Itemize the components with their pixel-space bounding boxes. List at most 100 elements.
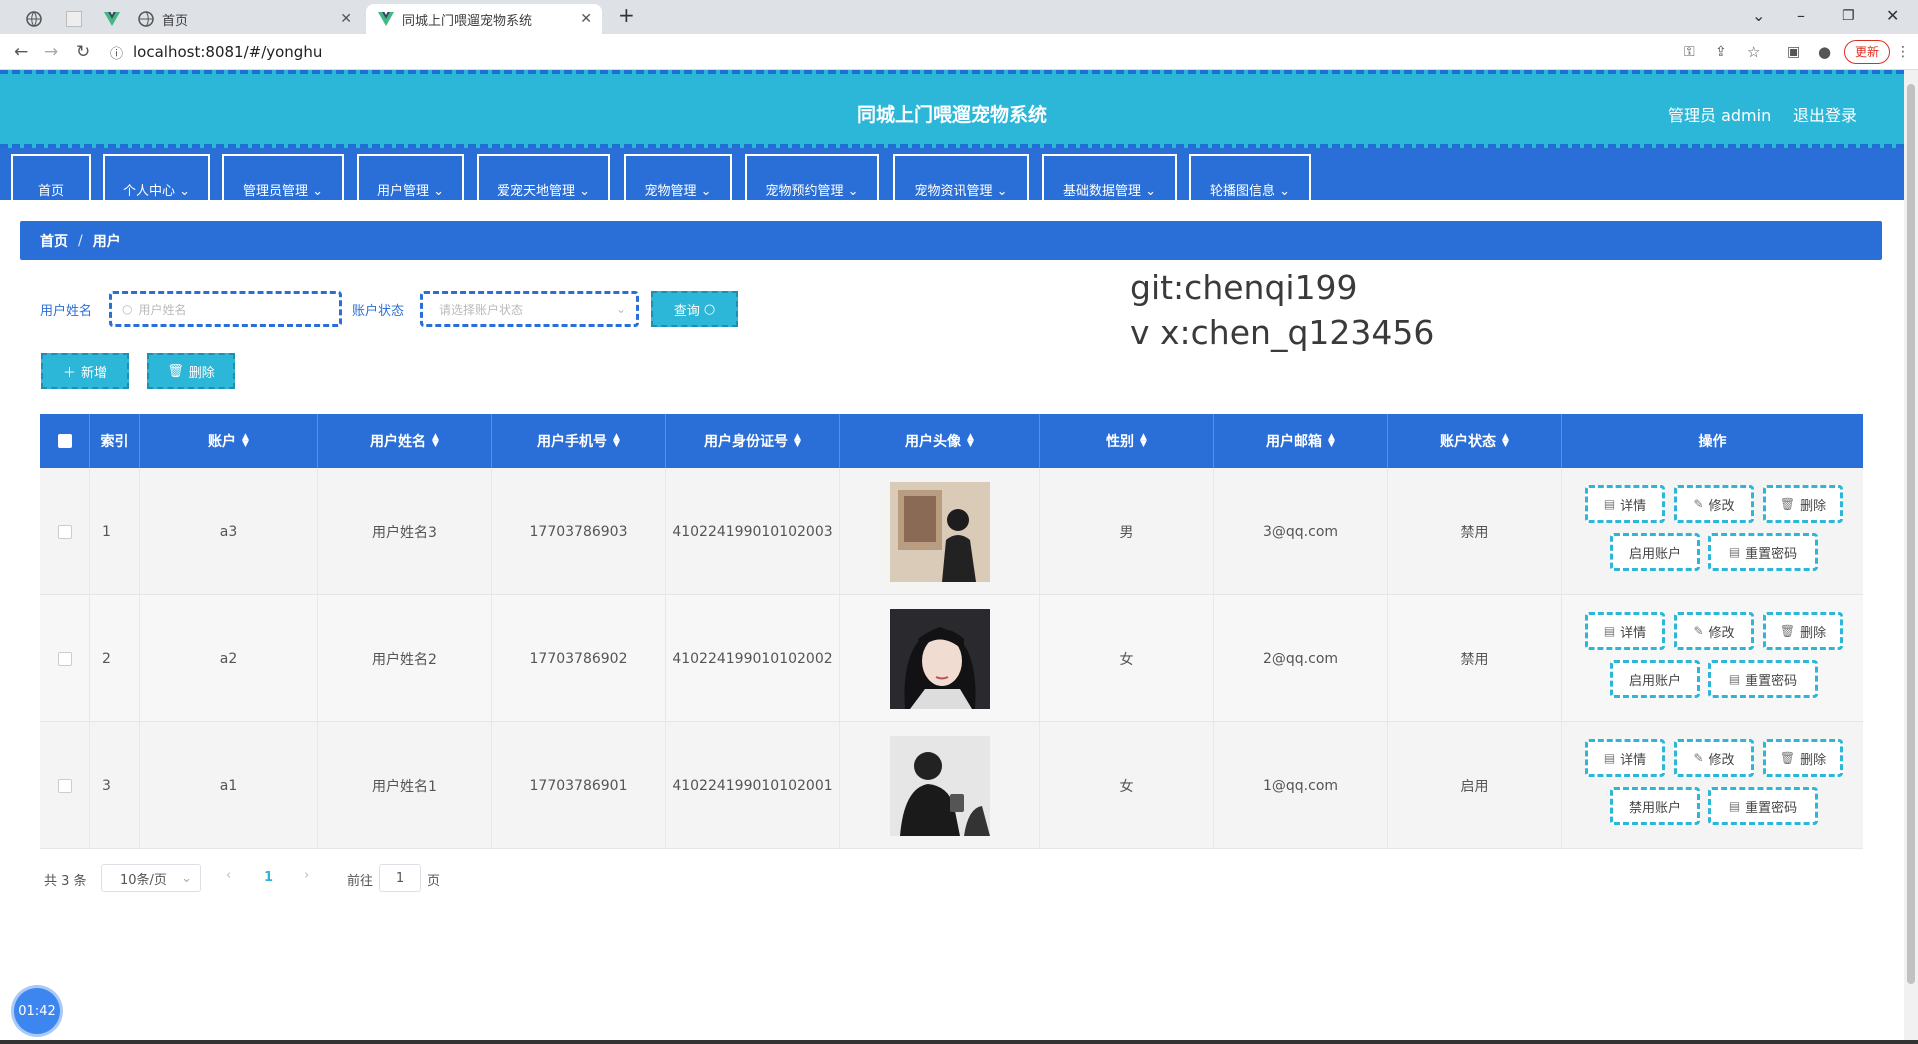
breadcrumb-home[interactable]: 首页 bbox=[40, 231, 68, 251]
sort-icon[interactable]: ▲ ▼ bbox=[967, 433, 974, 449]
batch-delete-button[interactable]: 🗑 删除 bbox=[147, 353, 235, 389]
menu-item-home[interactable]: 首页 bbox=[11, 154, 91, 200]
page-number-current[interactable]: 1 bbox=[264, 870, 273, 885]
th-status[interactable]: 账户状态 ▲ ▼ bbox=[1388, 414, 1562, 468]
row-checkbox-cell[interactable] bbox=[40, 468, 90, 595]
sort-icon[interactable]: ▲ ▼ bbox=[242, 433, 249, 449]
delete-button[interactable]: 🗑 删除 bbox=[1763, 485, 1843, 523]
detail-button[interactable]: ▤ 详情 bbox=[1585, 485, 1665, 523]
th-actions: 操作 bbox=[1562, 414, 1863, 468]
menu-item-admin[interactable]: 管理员管理 ⌄ bbox=[222, 154, 344, 200]
th-avatar[interactable]: 用户头像 ▲ ▼ bbox=[840, 414, 1040, 468]
th-email[interactable]: 用户邮箱 ▲ ▼ bbox=[1214, 414, 1388, 468]
recording-timer[interactable]: 01:42 bbox=[14, 988, 60, 1034]
select-all-checkbox-cell[interactable] bbox=[40, 414, 90, 468]
taskbar-edge bbox=[0, 1040, 1918, 1044]
cell-status: 启用 bbox=[1388, 722, 1562, 849]
th-phone[interactable]: 用户手机号 ▲ ▼ bbox=[492, 414, 666, 468]
url-field[interactable]: ⓘ localhost:8081/#/yonghu bbox=[110, 38, 1910, 66]
row-checkbox[interactable] bbox=[57, 778, 72, 793]
update-button[interactable]: 更新 bbox=[1843, 40, 1890, 64]
browser-tab-bar: 首页 ✕ 同城上门喂遛宠物系统 ✕ + ⌄ – ❐ ✕ bbox=[0, 0, 1918, 34]
scrollbar-thumb[interactable] bbox=[1907, 84, 1915, 984]
th-label: 性别 bbox=[1106, 434, 1135, 450]
toggle-account-button[interactable]: 禁用账户 bbox=[1610, 787, 1700, 825]
toggle-account-button[interactable]: 启用账户 bbox=[1610, 533, 1700, 571]
browser-tab-active[interactable]: 同城上门喂遛宠物系统 ✕ bbox=[366, 4, 602, 34]
delete-button[interactable]: 🗑 删除 bbox=[1763, 612, 1843, 650]
th-name[interactable]: 用户姓名 ▲ ▼ bbox=[318, 414, 492, 468]
key-icon[interactable]: ⚿ bbox=[1684, 44, 1695, 60]
document-icon: ▤ bbox=[1728, 672, 1741, 686]
sort-icon[interactable]: ▲ ▼ bbox=[794, 433, 801, 449]
main-menu: 首页 个人中心 ⌄ 管理员管理 ⌄ 用户管理 ⌄ 爱宠天地管理 ⌄ 宠物管理 ⌄… bbox=[0, 148, 1904, 200]
app-title: 同城上门喂遛宠物系统 bbox=[856, 104, 1047, 126]
menu-item-pets[interactable]: 宠物管理 ⌄ bbox=[624, 154, 732, 200]
delete-button[interactable]: 🗑 删除 bbox=[1763, 739, 1843, 777]
close-icon[interactable]: ✕ bbox=[580, 11, 592, 27]
sort-icon[interactable]: ▲ ▼ bbox=[613, 433, 620, 449]
sort-icon[interactable]: ▲ ▼ bbox=[1502, 433, 1509, 449]
detail-button[interactable]: ▤ 详情 bbox=[1585, 612, 1665, 650]
row-checkbox[interactable] bbox=[57, 651, 72, 666]
th-account[interactable]: 账户 ▲ ▼ bbox=[140, 414, 318, 468]
detail-button[interactable]: ▤ 详情 bbox=[1585, 739, 1665, 777]
page-size-select[interactable]: 10条/页 ⌄ bbox=[101, 864, 201, 892]
share-icon[interactable]: ⇪ bbox=[1715, 44, 1727, 60]
menu-item-news[interactable]: 宠物资讯管理 ⌄ bbox=[893, 154, 1029, 200]
restore-icon[interactable]: ❐ bbox=[1842, 8, 1855, 24]
menu-item-carousel[interactable]: 轮播图信息 ⌄ bbox=[1189, 154, 1311, 200]
th-id-card[interactable]: 用户身份证号 ▲ ▼ bbox=[666, 414, 840, 468]
status-select[interactable]: 请选择账户状态 ⌄ bbox=[420, 291, 639, 327]
sort-icon[interactable]: ▲ ▼ bbox=[1140, 433, 1147, 449]
forward-icon[interactable]: → bbox=[44, 42, 58, 62]
query-button[interactable]: 查询 ○ bbox=[651, 291, 738, 327]
row-checkbox[interactable] bbox=[57, 524, 72, 539]
th-label: 用户手机号 bbox=[537, 434, 608, 450]
logout-link[interactable]: 退出登录 bbox=[1793, 102, 1857, 126]
star-icon[interactable]: ☆ bbox=[1747, 43, 1760, 61]
toggle-account-button[interactable]: 启用账户 bbox=[1610, 660, 1700, 698]
edit-button[interactable]: ✎ 修改 bbox=[1674, 739, 1754, 777]
browser-tab-home[interactable]: 首页 ✕ bbox=[126, 4, 362, 34]
menu-item-users[interactable]: 用户管理 ⌄ bbox=[357, 154, 464, 200]
cell-avatar bbox=[840, 722, 1040, 849]
edit-button[interactable]: ✎ 修改 bbox=[1674, 485, 1754, 523]
reset-password-button[interactable]: ▤ 重置密码 bbox=[1708, 787, 1818, 825]
close-window-icon[interactable]: ✕ bbox=[1886, 6, 1899, 25]
sidepanel-icon[interactable]: ▣ bbox=[1787, 44, 1800, 60]
document-icon: ▤ bbox=[1603, 624, 1616, 638]
next-page-icon[interactable]: › bbox=[304, 868, 309, 883]
th-gender[interactable]: 性别 ▲ ▼ bbox=[1040, 414, 1214, 468]
reset-password-button[interactable]: ▤ 重置密码 bbox=[1708, 533, 1818, 571]
row-checkbox-cell[interactable] bbox=[40, 722, 90, 849]
cell-avatar bbox=[840, 595, 1040, 722]
new-tab-button[interactable]: + bbox=[618, 3, 635, 27]
tab-search-icon[interactable]: ⌄ bbox=[1752, 6, 1765, 25]
more-icon[interactable]: ⋮ bbox=[1896, 44, 1910, 60]
prev-page-icon[interactable]: ‹ bbox=[226, 868, 231, 883]
select-all-checkbox[interactable] bbox=[57, 434, 72, 448]
menu-item-personal[interactable]: 个人中心 ⌄ bbox=[103, 154, 210, 200]
goto-page-input[interactable]: 1 bbox=[379, 864, 421, 892]
menu-item-base-data[interactable]: 基础数据管理 ⌄ bbox=[1042, 154, 1177, 200]
reload-icon[interactable]: ↻ bbox=[76, 42, 90, 62]
edit-icon: ✎ bbox=[1693, 497, 1704, 511]
add-button[interactable]: ＋ 新增 bbox=[41, 353, 129, 389]
status-label: 账户状态 bbox=[352, 304, 405, 319]
sort-icon[interactable]: ▲ ▼ bbox=[1328, 433, 1335, 449]
profile-icon[interactable]: ● bbox=[1818, 43, 1831, 61]
name-search-input[interactable]: ○ 用户姓名 bbox=[109, 291, 342, 327]
reset-password-button[interactable]: ▤ 重置密码 bbox=[1708, 660, 1818, 698]
row-checkbox-cell[interactable] bbox=[40, 595, 90, 722]
close-icon[interactable]: ✕ bbox=[340, 11, 352, 27]
sort-icon[interactable]: ▲ ▼ bbox=[432, 433, 439, 449]
minimize-icon[interactable]: – bbox=[1797, 6, 1805, 25]
menu-item-appointments[interactable]: 宠物预约管理 ⌄ bbox=[745, 154, 879, 200]
th-label: 用户邮箱 bbox=[1266, 434, 1323, 450]
edit-button[interactable]: ✎ 修改 bbox=[1674, 612, 1754, 650]
menu-item-pet-world[interactable]: 爱宠天地管理 ⌄ bbox=[477, 154, 610, 200]
page-scrollbar[interactable] bbox=[1904, 70, 1918, 1044]
back-icon[interactable]: ← bbox=[14, 42, 28, 62]
name-label: 用户姓名 bbox=[40, 304, 93, 319]
